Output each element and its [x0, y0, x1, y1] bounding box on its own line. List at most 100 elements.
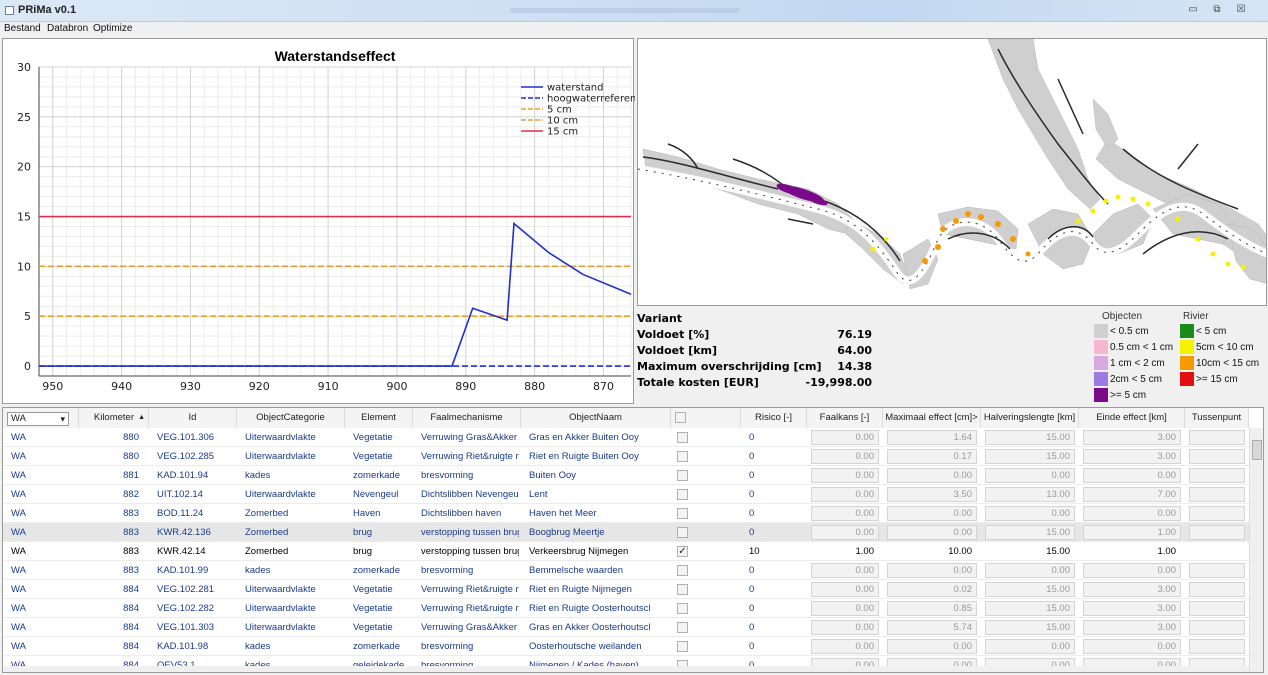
- row-checkbox[interactable]: [677, 508, 688, 519]
- column-header-risico[interactable]: Risico [-]: [741, 408, 807, 428]
- row-checkbox[interactable]: [677, 527, 688, 538]
- menu-databron[interactable]: Databron: [47, 23, 88, 34]
- input-halveringslengte[interactable]: 15.00: [985, 449, 1075, 464]
- table-row[interactable]: WA 880 VEG.102.285 Uiterwaardvlakte Vegetati…: [3, 447, 1249, 466]
- filter-dropdown[interactable]: WA ▾: [3, 408, 79, 428]
- input-halveringslengte[interactable]: 13.00: [985, 487, 1075, 502]
- input-faalkans[interactable]: 0.00: [811, 620, 879, 635]
- input-einde-effect[interactable]: 1.00: [1083, 525, 1181, 540]
- column-header-halveringslengte-km[interactable]: Halveringslengte [km]: [981, 408, 1079, 428]
- input-halveringslengte[interactable]: 15.00: [985, 525, 1075, 540]
- input-halveringslengte[interactable]: 0.00: [985, 639, 1075, 654]
- input-tussenpunt[interactable]: [1189, 620, 1245, 635]
- table-row[interactable]: WA 884 VEG.101.303 Uiterwaardvlakte Vegetati…: [3, 618, 1249, 637]
- input-maximaal-effect[interactable]: 0.00: [887, 525, 977, 540]
- table-row[interactable]: WA 880 VEG.101.306 Uiterwaardvlakte Vegetati…: [3, 428, 1249, 447]
- vertical-scrollbar[interactable]: [1249, 428, 1263, 672]
- input-maximaal-effect[interactable]: 0.00: [887, 468, 977, 483]
- table-row[interactable]: WA 883 KWR.42.136 Zomerbed brug verstopping t…: [3, 523, 1249, 542]
- input-einde-effect[interactable]: 0.00: [1083, 639, 1181, 654]
- column-header-tussenpunt[interactable]: Tussenpunt: [1185, 408, 1249, 428]
- input-einde-effect[interactable]: 3.00: [1083, 430, 1181, 445]
- select-all-checkbox[interactable]: [675, 412, 686, 423]
- input-tussenpunt[interactable]: [1189, 563, 1245, 578]
- column-header-objectcategorie[interactable]: ObjectCategorie: [237, 408, 345, 428]
- input-tussenpunt[interactable]: [1189, 525, 1245, 540]
- column-header-maximaal-effect-cm[interactable]: Maximaal effect [cm]>: [883, 408, 981, 428]
- input-faalkans[interactable]: 0.00: [811, 449, 879, 464]
- row-checkbox[interactable]: [677, 432, 688, 443]
- input-faalkans[interactable]: 0.00: [811, 468, 879, 483]
- row-checkbox[interactable]: [677, 622, 688, 633]
- input-faalkans[interactable]: 0.00: [811, 582, 879, 597]
- input-faalkans[interactable]: 0.00: [811, 487, 879, 502]
- input-tussenpunt[interactable]: [1189, 468, 1245, 483]
- input-faalkans[interactable]: 0.00: [811, 639, 879, 654]
- column-header-faalmechanisme[interactable]: Faalmechanisme: [413, 408, 521, 428]
- input-maximaal-effect[interactable]: 10.00: [887, 544, 977, 559]
- column-header-element[interactable]: Element: [345, 408, 413, 428]
- input-einde-effect[interactable]: 0.00: [1083, 468, 1181, 483]
- table-row[interactable]: WA 883 KWR.42.14 Zomerbed brug verstopping tu…: [3, 542, 1249, 561]
- input-einde-effect[interactable]: 3.00: [1083, 449, 1181, 464]
- input-tussenpunt[interactable]: [1189, 544, 1245, 559]
- input-tussenpunt[interactable]: [1189, 506, 1245, 521]
- input-halveringslengte[interactable]: 0.00: [985, 563, 1075, 578]
- close-button[interactable]: ☒: [1232, 3, 1250, 17]
- input-halveringslengte[interactable]: 0.00: [985, 468, 1075, 483]
- input-faalkans[interactable]: 1.00: [811, 544, 879, 559]
- row-checkbox[interactable]: [677, 641, 688, 652]
- input-faalkans[interactable]: 0.00: [811, 601, 879, 616]
- column-header-selected[interactable]: [671, 408, 741, 428]
- input-faalkans[interactable]: 0.00: [811, 506, 879, 521]
- sort-ascending-icon[interactable]: ▲: [138, 408, 145, 428]
- input-tussenpunt[interactable]: [1189, 601, 1245, 616]
- input-einde-effect[interactable]: 3.00: [1083, 582, 1181, 597]
- filter-dropdown-value[interactable]: WA ▾: [7, 412, 69, 426]
- table-row[interactable]: WA 883 KAD.101.99 kades zomerkade bresvorming…: [3, 561, 1249, 580]
- table-row[interactable]: WA 882 UIT.102.14 Uiterwaardvlakte Nevengeul…: [3, 485, 1249, 504]
- input-halveringslengte[interactable]: 15.00: [985, 601, 1075, 616]
- chevron-down-icon[interactable]: ▾: [60, 413, 65, 425]
- input-faalkans[interactable]: 0.00: [811, 525, 879, 540]
- table-row[interactable]: WA 883 BOD.11.24 Zomerbed Haven Dichtslibben …: [3, 504, 1249, 523]
- input-einde-effect[interactable]: 3.00: [1083, 620, 1181, 635]
- input-maximaal-effect[interactable]: 3.50: [887, 487, 977, 502]
- input-tussenpunt[interactable]: [1189, 582, 1245, 597]
- row-checkbox[interactable]: [677, 565, 688, 576]
- column-header-kilometer[interactable]: Kilometer ▲: [79, 408, 149, 428]
- input-maximaal-effect[interactable]: 0.00: [887, 639, 977, 654]
- input-einde-effect[interactable]: 3.00: [1083, 601, 1181, 616]
- input-maximaal-effect[interactable]: 0.02: [887, 582, 977, 597]
- input-maximaal-effect[interactable]: 0.17: [887, 449, 977, 464]
- input-tussenpunt[interactable]: [1189, 487, 1245, 502]
- row-checkbox[interactable]: [677, 489, 688, 500]
- input-tussenpunt[interactable]: [1189, 639, 1245, 654]
- menu-bestand[interactable]: Bestand: [4, 23, 41, 34]
- column-header-einde-effect-km[interactable]: Einde effect [km]: [1079, 408, 1185, 428]
- input-maximaal-effect[interactable]: 0.85: [887, 601, 977, 616]
- input-halveringslengte[interactable]: 15.00: [985, 620, 1075, 635]
- column-header-faalkans[interactable]: Faalkans [-]: [807, 408, 883, 428]
- table-row[interactable]: WA 881 KAD.101.94 kades zomerkade bresvorming…: [3, 466, 1249, 485]
- input-maximaal-effect[interactable]: 5.74: [887, 620, 977, 635]
- input-maximaal-effect[interactable]: 0.00: [887, 506, 977, 521]
- input-halveringslengte[interactable]: 15.00: [985, 430, 1075, 445]
- table-row[interactable]: WA 884 KAD.101.98 kades zomerkade bresvorming…: [3, 637, 1249, 656]
- input-maximaal-effect[interactable]: 1.64: [887, 430, 977, 445]
- horizontal-scrollbar[interactable]: [3, 666, 1249, 672]
- row-checkbox[interactable]: [677, 584, 688, 595]
- input-tussenpunt[interactable]: [1189, 449, 1245, 464]
- river-map[interactable]: [637, 38, 1267, 306]
- column-header-id[interactable]: Id: [149, 408, 237, 428]
- input-halveringslengte[interactable]: 15.00: [985, 544, 1075, 559]
- column-header-objectnaam[interactable]: ObjectNaam: [521, 408, 671, 428]
- row-checkbox[interactable]: [677, 603, 688, 614]
- input-einde-effect[interactable]: 1.00: [1083, 544, 1181, 559]
- input-einde-effect[interactable]: 7.00: [1083, 487, 1181, 502]
- input-einde-effect[interactable]: 0.00: [1083, 506, 1181, 521]
- input-halveringslengte[interactable]: 15.00: [985, 582, 1075, 597]
- maximize-button[interactable]: ⧉: [1208, 3, 1226, 17]
- row-checkbox[interactable]: ✓: [677, 546, 688, 557]
- input-halveringslengte[interactable]: 0.00: [985, 506, 1075, 521]
